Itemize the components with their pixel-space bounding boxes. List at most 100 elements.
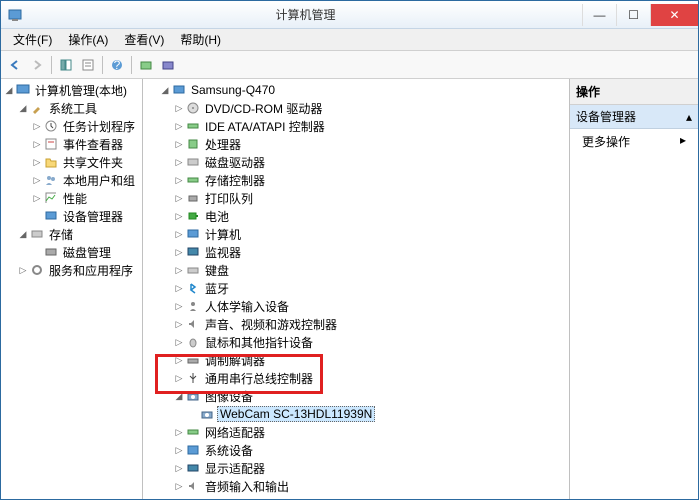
collapse-icon[interactable]: ◢ <box>17 103 29 114</box>
device-hid[interactable]: ▷人体学输入设备 <box>145 297 567 315</box>
menu-help[interactable]: 帮助(H) <box>172 29 229 50</box>
device-computer-root[interactable]: ◢Samsung-Q470 <box>145 81 567 99</box>
hdd-icon <box>185 154 201 170</box>
expand-icon[interactable]: ▷ <box>173 157 185 168</box>
tree-device-manager[interactable]: 设备管理器 <box>3 207 140 225</box>
users-icon <box>43 172 59 188</box>
tree-label: 服务和应用程序 <box>47 262 135 279</box>
actions-context[interactable]: 设备管理器 ▴ <box>570 105 698 129</box>
maximize-button[interactable]: ☐ <box>616 4 650 26</box>
device-webcam[interactable]: WebCam SC-13HDL11939N <box>145 405 567 423</box>
expand-icon[interactable]: ▷ <box>17 265 29 276</box>
tree-shared-folders[interactable]: ▷共享文件夹 <box>3 153 140 171</box>
device-bluetooth[interactable]: ▷蓝牙 <box>145 279 567 297</box>
expand-icon[interactable]: ▷ <box>173 319 185 330</box>
expand-icon[interactable]: ▷ <box>173 193 185 204</box>
tree-event-viewer[interactable]: ▷ 事件查看器 <box>3 135 140 153</box>
actions-more[interactable]: 更多操作 ▸ <box>570 129 698 154</box>
expand-icon[interactable]: ▷ <box>173 283 185 294</box>
menu-view[interactable]: 查看(V) <box>116 29 172 50</box>
expand-icon[interactable]: ▷ <box>31 139 43 150</box>
device-label: 鼠标和其他指针设备 <box>203 334 315 351</box>
device-usb[interactable]: ▷通用串行总线控制器 <box>145 369 567 387</box>
refresh-button[interactable] <box>158 55 178 75</box>
tree-label: 事件查看器 <box>61 136 125 153</box>
tree-task-scheduler[interactable]: ▷ 任务计划程序 <box>3 117 140 135</box>
device-disk-drives[interactable]: ▷磁盘驱动器 <box>145 153 567 171</box>
content-area: ◢计算机管理(本地) ◢系统工具 ▷ 任务计划程序 ▷ 事件查看器 ▷共享文件夹 ▷… <box>1 79 698 499</box>
tree-label: 任务计划程序 <box>61 118 137 135</box>
device-mice[interactable]: ▷ 鼠标和其他指针设备 <box>145 333 567 351</box>
expand-icon[interactable]: ▷ <box>173 481 185 492</box>
expand-icon[interactable]: ▷ <box>173 463 185 474</box>
tree-local-users[interactable]: ▷ 本地用户和组 <box>3 171 140 189</box>
tree-label: 本地用户和组 <box>61 172 137 189</box>
device-monitors[interactable]: ▷监视器 <box>145 243 567 261</box>
show-hide-tree-button[interactable] <box>56 55 76 75</box>
actions-pane: 操作 设备管理器 ▴ 更多操作 ▸ <box>570 79 698 499</box>
device-audio-io[interactable]: ▷音频输入和输出 <box>145 477 567 495</box>
expand-icon[interactable]: ▷ <box>31 175 43 186</box>
tree-disk-mgmt[interactable]: 磁盘管理 <box>3 243 140 261</box>
actions-more-label: 更多操作 <box>582 133 630 150</box>
device-cpu[interactable]: ▷处理器 <box>145 135 567 153</box>
expand-icon[interactable]: ▷ <box>173 103 185 114</box>
device-ide[interactable]: ▷IDE ATA/ATAPI 控制器 <box>145 117 567 135</box>
collapse-icon[interactable]: ◢ <box>173 391 185 402</box>
menu-action[interactable]: 操作(A) <box>60 29 116 50</box>
tree-performance[interactable]: ▷性能 <box>3 189 140 207</box>
expand-icon[interactable]: ▷ <box>173 373 185 384</box>
computer-icon <box>185 226 201 242</box>
collapse-icon[interactable]: ◢ <box>3 85 15 96</box>
expand-icon[interactable]: ▷ <box>173 337 185 348</box>
device-battery[interactable]: ▷电池 <box>145 207 567 225</box>
hid-icon <box>185 298 201 314</box>
expand-icon[interactable]: ▷ <box>173 229 185 240</box>
minimize-button[interactable]: — <box>582 4 616 26</box>
expand-icon[interactable]: ▷ <box>173 265 185 276</box>
clock-icon <box>43 118 59 134</box>
device-computer-cat[interactable]: ▷计算机 <box>145 225 567 243</box>
device-imaging[interactable]: ◢图像设备 <box>145 387 567 405</box>
toolbar-sep <box>131 56 132 74</box>
menu-file[interactable]: 文件(F) <box>5 29 60 50</box>
expand-icon[interactable]: ▷ <box>173 139 185 150</box>
tree-system-tools[interactable]: ◢系统工具 <box>3 99 140 117</box>
submenu-arrow-icon: ▸ <box>680 133 686 150</box>
tree-root[interactable]: ◢计算机管理(本地) <box>3 81 140 99</box>
expand-icon[interactable]: ▷ <box>173 355 185 366</box>
expand-icon[interactable]: ▷ <box>31 121 43 132</box>
middle-pane[interactable]: ◢Samsung-Q470 ▷DVD/CD-ROM 驱动器 ▷IDE ATA/A… <box>143 79 570 499</box>
device-keyboards[interactable]: ▷键盘 <box>145 261 567 279</box>
expand-icon[interactable]: ▷ <box>173 121 185 132</box>
expand-icon[interactable]: ▷ <box>173 427 185 438</box>
forward-button[interactable] <box>27 55 47 75</box>
left-pane[interactable]: ◢计算机管理(本地) ◢系统工具 ▷ 任务计划程序 ▷ 事件查看器 ▷共享文件夹 ▷… <box>1 79 143 499</box>
collapse-icon[interactable]: ◢ <box>159 85 171 96</box>
collapse-icon[interactable]: ◢ <box>17 229 29 240</box>
device-network[interactable]: ▷网络适配器 <box>145 423 567 441</box>
device-sound[interactable]: ▷声音、视频和游戏控制器 <box>145 315 567 333</box>
expand-icon[interactable]: ▷ <box>31 157 43 168</box>
close-button[interactable]: ✕ <box>650 4 698 26</box>
device-print-queues[interactable]: ▷打印队列 <box>145 189 567 207</box>
properties-button[interactable] <box>78 55 98 75</box>
expand-icon[interactable]: ▷ <box>173 247 185 258</box>
toolbar-sep <box>102 56 103 74</box>
tree-services[interactable]: ▷ 服务和应用程序 <box>3 261 140 279</box>
device-dvd[interactable]: ▷DVD/CD-ROM 驱动器 <box>145 99 567 117</box>
expand-icon[interactable]: ▷ <box>173 211 185 222</box>
device-display[interactable]: ▷显示适配器 <box>145 459 567 477</box>
device-storage-ctrl[interactable]: ▷存储控制器 <box>145 171 567 189</box>
expand-icon[interactable]: ▷ <box>31 193 43 204</box>
scan-hardware-button[interactable] <box>136 55 156 75</box>
device-modems[interactable]: ▷调制解调器 <box>145 351 567 369</box>
device-system[interactable]: ▷系统设备 <box>145 441 567 459</box>
expand-icon[interactable]: ▷ <box>173 301 185 312</box>
expand-icon[interactable]: ▷ <box>173 175 185 186</box>
tree-storage[interactable]: ◢存储 <box>3 225 140 243</box>
printer-icon <box>185 190 201 206</box>
help-button[interactable]: ? <box>107 55 127 75</box>
back-button[interactable] <box>5 55 25 75</box>
expand-icon[interactable]: ▷ <box>173 445 185 456</box>
